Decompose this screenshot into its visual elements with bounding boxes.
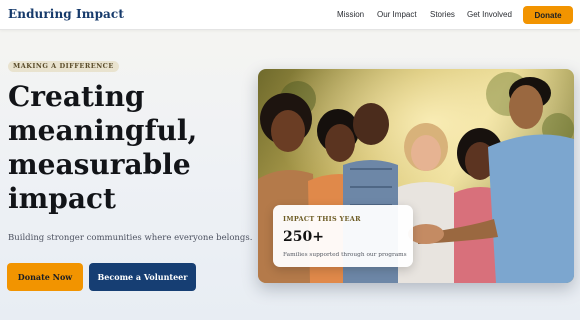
nav-link-get-involved[interactable]: Get Involved	[467, 10, 512, 22]
impact-stat-description: Families supported through our programs	[283, 252, 407, 258]
hero-badge: MAKING A DIFFERENCE	[8, 61, 119, 72]
hero-headline: Creating meaningful, measurable impact	[8, 80, 198, 215]
header-donate-button[interactable]: Donate	[523, 6, 573, 24]
site-header: Enduring Impact Mission Our Impact Stori…	[0, 0, 580, 30]
donate-now-button[interactable]: Donate Now	[7, 263, 83, 291]
site-logo[interactable]: Enduring Impact	[8, 7, 124, 21]
nav-link-mission[interactable]: Mission	[337, 10, 364, 22]
nav-link-our-impact[interactable]: Our Impact	[377, 10, 417, 22]
impact-stat-card: IMPACT THIS YEAR 250+ Families supported…	[273, 205, 413, 267]
nav-link-stories[interactable]: Stories	[430, 10, 455, 22]
hero-subtitle: Building stronger communities where ever…	[8, 233, 253, 243]
impact-stat-number: 250+	[283, 229, 324, 245]
impact-stat-label: IMPACT THIS YEAR	[283, 215, 361, 223]
become-volunteer-button[interactable]: Become a Volunteer	[89, 263, 196, 291]
